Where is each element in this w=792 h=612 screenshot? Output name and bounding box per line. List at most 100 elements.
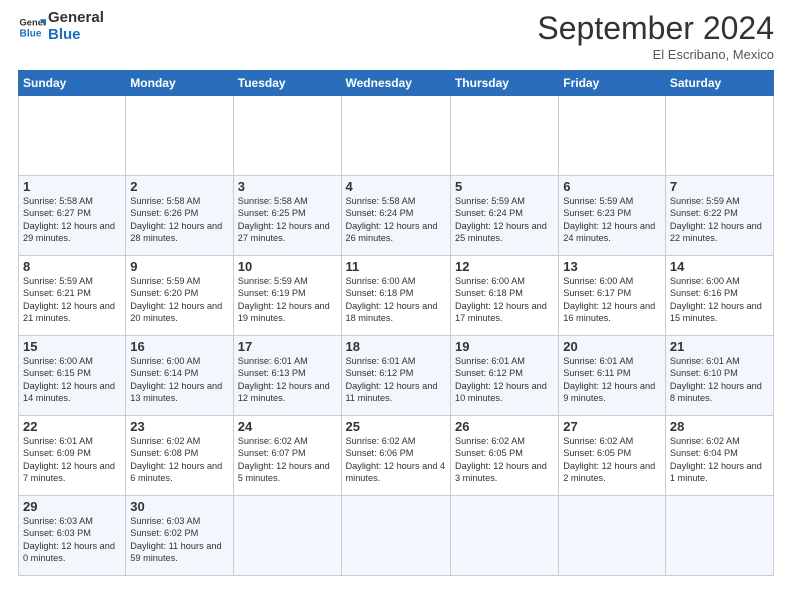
cell-week1-day6 — [559, 96, 666, 176]
logo: General Blue General Blue — [18, 10, 104, 43]
day-info: Sunrise: 6:01 AMSunset: 6:11 PMDaylight:… — [563, 355, 661, 405]
week-row-5: 29Sunrise: 6:03 AMSunset: 6:03 PMDayligh… — [19, 496, 774, 576]
cell-week4-day2: 23Sunrise: 6:02 AMSunset: 6:08 PMDayligh… — [126, 416, 233, 496]
day-info: Sunrise: 5:59 AMSunset: 6:24 PMDaylight:… — [455, 195, 554, 245]
day-number: 24 — [238, 419, 337, 434]
cell-week3-day1: 15Sunrise: 6:00 AMSunset: 6:15 PMDayligh… — [19, 336, 126, 416]
cell-week4-day6: 27Sunrise: 6:02 AMSunset: 6:05 PMDayligh… — [559, 416, 666, 496]
month-title: September 2024 — [537, 10, 774, 47]
cell-week1-day1 — [19, 96, 126, 176]
day-info: Sunrise: 6:01 AMSunset: 6:12 PMDaylight:… — [346, 355, 446, 405]
cell-week5-day4 — [341, 496, 450, 576]
day-number: 6 — [563, 179, 661, 194]
cell-week2-day5: 12Sunrise: 6:00 AMSunset: 6:18 PMDayligh… — [450, 256, 558, 336]
day-info: Sunrise: 6:02 AMSunset: 6:06 PMDaylight:… — [346, 435, 446, 485]
cell-week2-day2: 9Sunrise: 5:59 AMSunset: 6:20 PMDaylight… — [126, 256, 233, 336]
cell-week1-day3 — [233, 96, 341, 176]
day-info: Sunrise: 6:00 AMSunset: 6:15 PMDaylight:… — [23, 355, 121, 405]
col-header-monday: Monday — [126, 71, 233, 96]
day-info: Sunrise: 6:02 AMSunset: 6:07 PMDaylight:… — [238, 435, 337, 485]
day-number: 11 — [346, 259, 446, 274]
day-info: Sunrise: 5:58 AMSunset: 6:27 PMDaylight:… — [23, 195, 121, 245]
title-section: September 2024 El Escribano, Mexico — [537, 10, 774, 62]
day-number: 2 — [130, 179, 228, 194]
day-number: 13 — [563, 259, 661, 274]
day-info: Sunrise: 6:00 AMSunset: 6:14 PMDaylight:… — [130, 355, 228, 405]
cell-week1b-day2: 2Sunrise: 5:58 AMSunset: 6:26 PMDaylight… — [126, 176, 233, 256]
day-info: Sunrise: 6:01 AMSunset: 6:10 PMDaylight:… — [670, 355, 769, 405]
cell-week5-day5 — [450, 496, 558, 576]
week-row-3: 15Sunrise: 6:00 AMSunset: 6:15 PMDayligh… — [19, 336, 774, 416]
day-info: Sunrise: 6:02 AMSunset: 6:05 PMDaylight:… — [455, 435, 554, 485]
day-info: Sunrise: 6:02 AMSunset: 6:08 PMDaylight:… — [130, 435, 228, 485]
cell-week3-day6: 20Sunrise: 6:01 AMSunset: 6:11 PMDayligh… — [559, 336, 666, 416]
day-number: 25 — [346, 419, 446, 434]
day-info: Sunrise: 6:00 AMSunset: 6:16 PMDaylight:… — [670, 275, 769, 325]
day-number: 9 — [130, 259, 228, 274]
col-header-thursday: Thursday — [450, 71, 558, 96]
cell-week1b-day1: 1Sunrise: 5:58 AMSunset: 6:27 PMDaylight… — [19, 176, 126, 256]
col-header-wednesday: Wednesday — [341, 71, 450, 96]
week-row-1b: 1Sunrise: 5:58 AMSunset: 6:27 PMDaylight… — [19, 176, 774, 256]
day-info: Sunrise: 5:59 AMSunset: 6:23 PMDaylight:… — [563, 195, 661, 245]
day-number: 14 — [670, 259, 769, 274]
cell-week2-day4: 11Sunrise: 6:00 AMSunset: 6:18 PMDayligh… — [341, 256, 450, 336]
cell-week3-day3: 17Sunrise: 6:01 AMSunset: 6:13 PMDayligh… — [233, 336, 341, 416]
cell-week3-day7: 21Sunrise: 6:01 AMSunset: 6:10 PMDayligh… — [665, 336, 773, 416]
cell-week2-day1: 8Sunrise: 5:59 AMSunset: 6:21 PMDaylight… — [19, 256, 126, 336]
cell-week4-day1: 22Sunrise: 6:01 AMSunset: 6:09 PMDayligh… — [19, 416, 126, 496]
day-info: Sunrise: 5:59 AMSunset: 6:19 PMDaylight:… — [238, 275, 337, 325]
day-number: 23 — [130, 419, 228, 434]
cell-week2-day3: 10Sunrise: 5:59 AMSunset: 6:19 PMDayligh… — [233, 256, 341, 336]
logo-icon: General Blue — [18, 13, 46, 41]
logo-blue: Blue — [48, 27, 104, 44]
week-row-1 — [19, 96, 774, 176]
day-number: 1 — [23, 179, 121, 194]
day-number: 29 — [23, 499, 121, 514]
day-info: Sunrise: 6:02 AMSunset: 6:04 PMDaylight:… — [670, 435, 769, 485]
day-number: 21 — [670, 339, 769, 354]
day-info: Sunrise: 6:02 AMSunset: 6:05 PMDaylight:… — [563, 435, 661, 485]
cell-week1-day4 — [341, 96, 450, 176]
day-number: 7 — [670, 179, 769, 194]
cell-week1b-day4: 4Sunrise: 5:58 AMSunset: 6:24 PMDaylight… — [341, 176, 450, 256]
day-number: 22 — [23, 419, 121, 434]
day-info: Sunrise: 5:59 AMSunset: 6:20 PMDaylight:… — [130, 275, 228, 325]
cell-week1b-day3: 3Sunrise: 5:58 AMSunset: 6:25 PMDaylight… — [233, 176, 341, 256]
cell-week5-day2: 30Sunrise: 6:03 AMSunset: 6:02 PMDayligh… — [126, 496, 233, 576]
day-info: Sunrise: 6:00 AMSunset: 6:18 PMDaylight:… — [346, 275, 446, 325]
day-info: Sunrise: 6:00 AMSunset: 6:17 PMDaylight:… — [563, 275, 661, 325]
day-number: 12 — [455, 259, 554, 274]
cell-week1-day2 — [126, 96, 233, 176]
day-info: Sunrise: 6:03 AMSunset: 6:02 PMDaylight:… — [130, 515, 228, 565]
day-info: Sunrise: 6:03 AMSunset: 6:03 PMDaylight:… — [23, 515, 121, 565]
day-number: 15 — [23, 339, 121, 354]
cell-week1b-day6: 6Sunrise: 5:59 AMSunset: 6:23 PMDaylight… — [559, 176, 666, 256]
day-info: Sunrise: 6:01 AMSunset: 6:09 PMDaylight:… — [23, 435, 121, 485]
day-info: Sunrise: 5:59 AMSunset: 6:21 PMDaylight:… — [23, 275, 121, 325]
day-number: 10 — [238, 259, 337, 274]
cell-week4-day4: 25Sunrise: 6:02 AMSunset: 6:06 PMDayligh… — [341, 416, 450, 496]
day-number: 16 — [130, 339, 228, 354]
svg-text:Blue: Blue — [20, 28, 42, 39]
col-header-sunday: Sunday — [19, 71, 126, 96]
day-number: 3 — [238, 179, 337, 194]
day-number: 20 — [563, 339, 661, 354]
day-info: Sunrise: 5:59 AMSunset: 6:22 PMDaylight:… — [670, 195, 769, 245]
day-number: 17 — [238, 339, 337, 354]
cell-week1b-day5: 5Sunrise: 5:59 AMSunset: 6:24 PMDaylight… — [450, 176, 558, 256]
cell-week5-day7 — [665, 496, 773, 576]
day-number: 18 — [346, 339, 446, 354]
day-number: 5 — [455, 179, 554, 194]
cell-week1b-day7: 7Sunrise: 5:59 AMSunset: 6:22 PMDaylight… — [665, 176, 773, 256]
cell-week5-day1: 29Sunrise: 6:03 AMSunset: 6:03 PMDayligh… — [19, 496, 126, 576]
week-row-2: 8Sunrise: 5:59 AMSunset: 6:21 PMDaylight… — [19, 256, 774, 336]
day-number: 8 — [23, 259, 121, 274]
day-info: Sunrise: 5:58 AMSunset: 6:25 PMDaylight:… — [238, 195, 337, 245]
day-number: 4 — [346, 179, 446, 194]
col-header-friday: Friday — [559, 71, 666, 96]
cell-week5-day6 — [559, 496, 666, 576]
day-number: 30 — [130, 499, 228, 514]
cell-week2-day7: 14Sunrise: 6:00 AMSunset: 6:16 PMDayligh… — [665, 256, 773, 336]
day-info: Sunrise: 6:00 AMSunset: 6:18 PMDaylight:… — [455, 275, 554, 325]
